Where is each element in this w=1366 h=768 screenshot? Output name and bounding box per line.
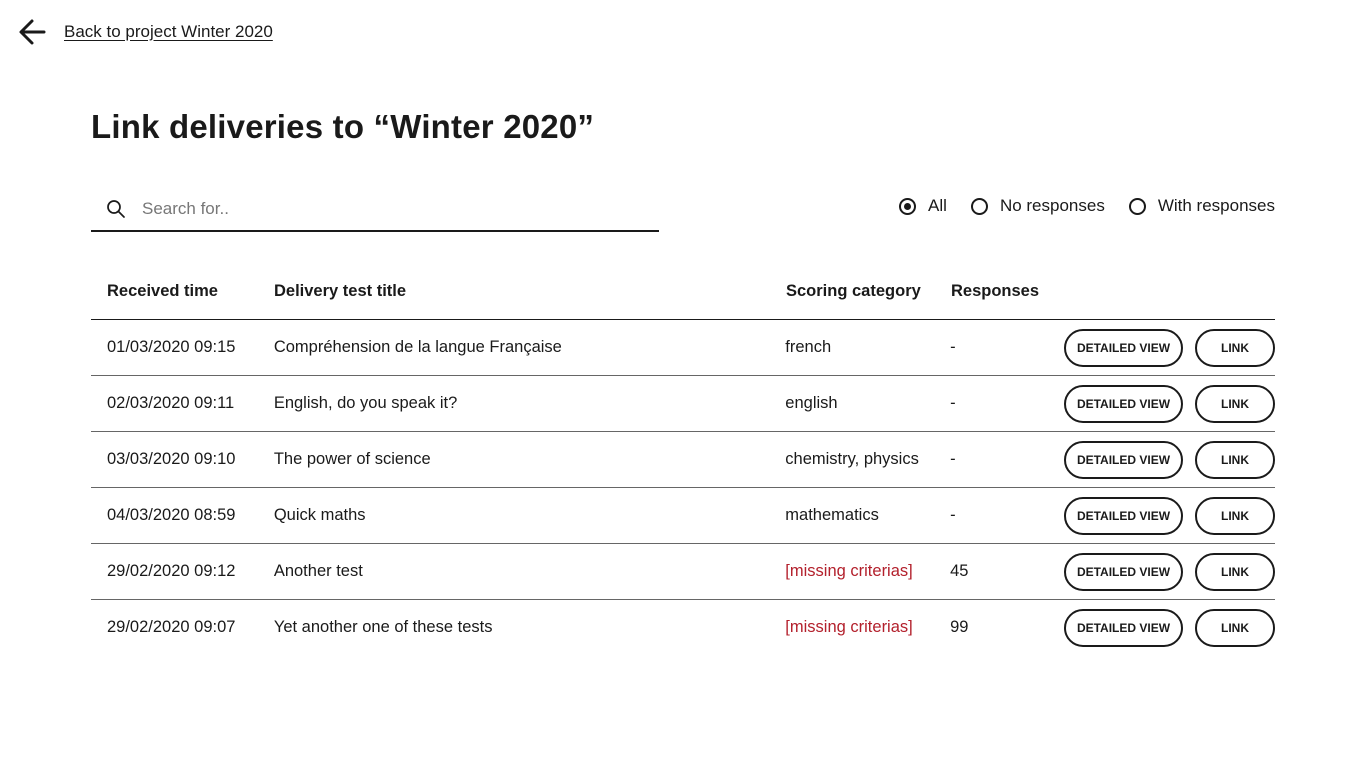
scoring-category-cell: [missing criterias] (785, 618, 913, 636)
responses-cell: - (950, 506, 956, 524)
responses-cell: 45 (950, 562, 969, 580)
filter-option-label[interactable]: No responses (1000, 196, 1105, 216)
scoring-category-cell: [missing criterias] (785, 562, 913, 580)
arrow-left-icon (18, 18, 46, 46)
link-button[interactable]: LINK (1195, 496, 1275, 535)
page-title: Link deliveries to “Winter 2020” (91, 108, 595, 145)
search-bar (91, 188, 659, 232)
header-responses: Responses (951, 282, 1040, 300)
responses-cell: 99 (950, 618, 969, 636)
delivery-title-cell: Another test (273, 562, 363, 580)
detailed-view-button[interactable]: DETAILED VIEW (1064, 552, 1183, 591)
detailed-view-button[interactable]: DETAILED VIEW (1064, 328, 1183, 367)
delivery-title-cell: Yet another one of these tests (273, 618, 493, 636)
received-time-cell: 01/03/2020 09:15 (107, 338, 236, 356)
detailed-view-button[interactable]: DETAILED VIEW (1064, 384, 1183, 423)
table-header: Received time Delivery test title Scorin… (91, 264, 1275, 320)
link-button[interactable]: LINK (1195, 552, 1275, 591)
link-button[interactable]: LINK (1195, 328, 1275, 367)
responses-cell: - (950, 450, 956, 468)
table-body: 01/03/2020 09:15 Compréhension de la lang… (91, 320, 1275, 655)
table-row: 02/03/2020 09:11 English, do you speak it… (91, 376, 1275, 432)
header-delivery-title: Delivery test title (274, 282, 407, 300)
row-actions: DETAILED VIEW LINK (1064, 440, 1275, 479)
filter-option-label[interactable]: With responses (1158, 196, 1275, 216)
table-row: 01/03/2020 09:15 Compréhension de la lang… (91, 320, 1275, 376)
back-link-label[interactable]: Back to project Winter 2020 (64, 22, 273, 42)
delivery-title-cell: English, do you speak it? (273, 394, 458, 412)
table-row: 04/03/2020 08:59 Quick maths mathematics - D… (91, 488, 1275, 544)
filter-option-with-responses[interactable]: With responses (1128, 196, 1275, 216)
received-time-cell: 02/03/2020 09:11 (107, 394, 235, 412)
received-time-cell: 04/03/2020 08:59 (107, 506, 236, 524)
scoring-category-cell: english (785, 394, 838, 412)
header-received-time: Received time (107, 282, 218, 300)
delivery-title-cell: The power of science (273, 450, 431, 468)
link-button[interactable]: LINK (1195, 608, 1275, 647)
row-actions: DETAILED VIEW LINK (1064, 384, 1275, 423)
row-actions: DETAILED VIEW LINK (1064, 608, 1275, 647)
search-icon (106, 199, 126, 219)
link-button[interactable]: LINK (1195, 440, 1275, 479)
received-time-cell: 29/02/2020 09:07 (107, 618, 236, 636)
scoring-category-cell: french (785, 338, 832, 356)
detailed-view-button[interactable]: DETAILED VIEW (1064, 440, 1183, 479)
scoring-category-cell: mathematics (785, 506, 879, 524)
header-scoring-category: Scoring category (786, 282, 921, 300)
scoring-category-cell: chemistry, physics (785, 450, 919, 468)
link-button[interactable]: LINK (1195, 384, 1275, 423)
deliveries-table: Received time Delivery test title Scorin… (91, 264, 1275, 655)
row-actions: DETAILED VIEW LINK (1064, 328, 1275, 367)
received-time-cell: 29/02/2020 09:12 (107, 562, 236, 580)
row-actions: DETAILED VIEW LINK (1064, 496, 1275, 535)
detailed-view-button[interactable]: DETAILED VIEW (1064, 608, 1183, 647)
filter-option-all[interactable]: All (899, 196, 947, 216)
received-time-cell: 03/03/2020 09:10 (107, 450, 236, 468)
delivery-title-cell: Compréhension de la langue Française (273, 338, 562, 356)
radio-unchecked-icon[interactable] (970, 197, 988, 215)
row-actions: DETAILED VIEW LINK (1064, 552, 1275, 591)
responses-cell: - (950, 394, 956, 412)
responses-cell: - (950, 338, 956, 356)
table-row: 29/02/2020 09:12 Another test [missing cri… (91, 544, 1275, 600)
radio-unchecked-icon[interactable] (1128, 197, 1146, 215)
response-filter-group: All No responses With responses (875, 196, 1275, 216)
radio-dot-icon (904, 202, 912, 210)
radio-checked-icon[interactable] (899, 197, 917, 215)
detailed-view-button[interactable]: DETAILED VIEW (1064, 496, 1183, 535)
filter-option-no-responses[interactable]: No responses (970, 196, 1105, 216)
table-row: 03/03/2020 09:10 The power of science chem… (91, 432, 1275, 488)
back-to-project-link[interactable]: Back to project Winter 2020 (18, 18, 273, 46)
filter-option-label[interactable]: All (928, 196, 947, 216)
search-input[interactable] (140, 198, 624, 220)
table-row: 29/02/2020 09:07 Yet another one of these… (91, 600, 1275, 655)
delivery-title-cell: Quick maths (273, 506, 366, 524)
